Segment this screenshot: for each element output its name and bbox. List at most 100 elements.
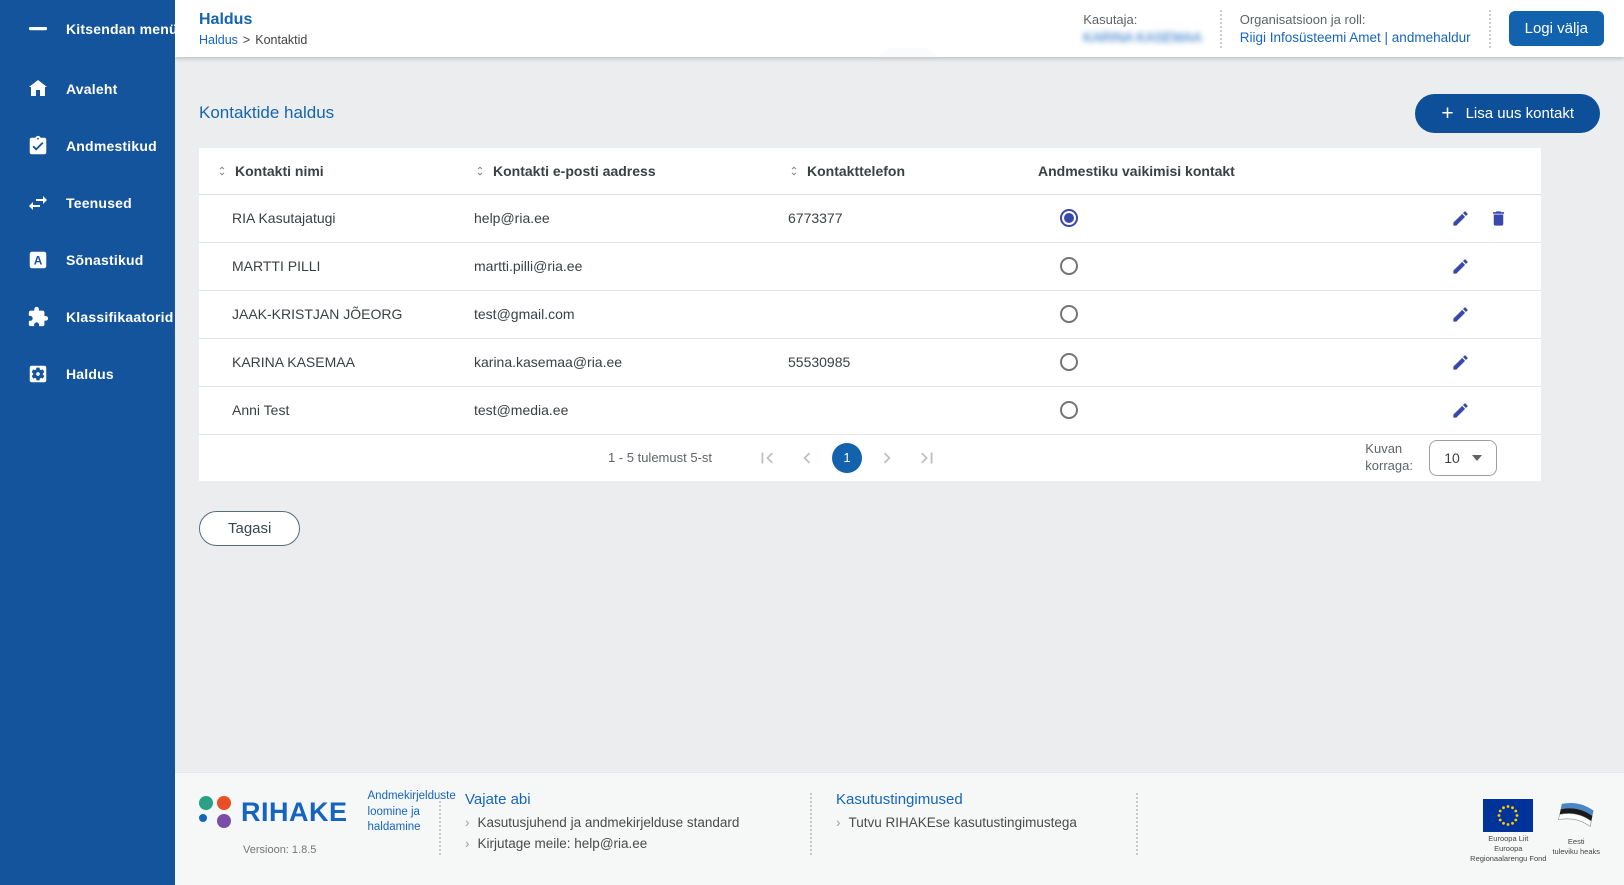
last-page-icon[interactable] [912,443,942,473]
help-link-email[interactable]: Kirjutage meile: help@ria.ee [465,836,786,851]
default-contact-radio[interactable] [1060,353,1078,371]
home-icon [26,77,50,101]
footer-terms-section: Kasutustingimused Tutvu RIHAKEse kasutus… [812,789,1112,836]
contact-phone [771,242,1018,290]
page-size-label: Kuvan korraga: [1365,441,1413,475]
sidebar-item-teenused[interactable]: Teenused [0,174,175,231]
sidebar-item-klassifikaatorid[interactable]: Klassifikaatorid [0,288,175,345]
puzzle-icon [26,305,50,329]
header-title-block: Haldus Haldus > Kontaktid [199,11,307,47]
sidebar-item-sonastikud[interactable]: A Sõnastikud [0,231,175,288]
svg-text:A: A [34,253,43,267]
add-contact-label: Lisa uus kontakt [1466,105,1574,122]
delete-trash-icon[interactable] [1488,208,1509,229]
edit-pencil-icon[interactable] [1450,256,1471,277]
organisation-value: Riigi Infosüsteemi Amet | andmehaldur [1240,30,1471,45]
page-title: Haldus [199,11,307,29]
breadcrumb-parent-link[interactable]: Haldus [199,33,238,47]
column-header-default-contact: Andmestiku vaikimisi kontakt [1018,148,1308,194]
organisation-label: Organisatsioon ja roll: [1240,12,1471,27]
default-contact-radio[interactable] [1060,257,1078,275]
sidebar-item-label: Teenused [66,195,132,211]
user-name: KARINA KASEMAA [1083,30,1202,45]
eu-flag-icon [1483,799,1533,832]
app-root: Kitsendan menüü Avaleht Andmestikud Teen… [0,0,1624,885]
sort-icon [216,165,228,177]
sidebar-item-andmestikud[interactable]: Andmestikud [0,117,175,174]
contact-name: JAAK-KRISTJAN JÕEORG [199,290,457,338]
table-row: JAAK-KRISTJAN JÕEORG test@gmail.com [199,290,1541,338]
sidebar-item-avaleht[interactable]: Avaleht [0,60,175,117]
contact-name: KARINA KASEMAA [199,338,457,386]
rihake-dots-logo [199,796,231,828]
sidebar-item-haldus[interactable]: Haldus [0,345,175,402]
table-row: Anni Test test@media.ee [199,386,1541,434]
contact-name: MARTTI PILLI [199,242,457,290]
section-header-row: Kontaktide haldus + Lisa uus kontakt [199,93,1600,133]
header-notch [877,48,939,57]
help-link-manual[interactable]: Kasutusjuhend ja andmekirjelduse standar… [465,815,786,830]
page-size-select[interactable]: 10 [1429,440,1497,476]
eu-flag-block: Euroopa Liit Euroopa Regionaalarengu Fon… [1470,799,1546,864]
page-size-control: Kuvan korraga: 10 [1365,440,1497,476]
pagination-summary: 1 - 5 tulemust 5-st [608,450,712,465]
collapse-menu-button[interactable]: Kitsendan menüü [0,10,175,48]
page-number-button[interactable]: 1 [832,443,862,473]
contact-name: Anni Test [199,386,457,434]
default-contact-radio[interactable] [1060,401,1078,419]
estonia-flag-block: Eesti tuleviku heaks [1552,799,1600,857]
eu-flag-caption: Euroopa Liit Euroopa Regionaalarengu Fon… [1470,834,1546,864]
column-header-actions [1308,148,1541,194]
clipboard-check-icon [26,134,50,158]
back-button[interactable]: Tagasi [199,511,300,546]
contact-email: test@gmail.com [457,290,771,338]
contact-phone: 55530985 [771,338,1018,386]
contact-email: karina.kasemaa@ria.ee [457,338,771,386]
section-title: Kontaktide haldus [199,103,334,123]
sort-icon [474,165,486,177]
column-header-email[interactable]: Kontakti e-posti aadress [457,148,771,194]
brand-block: RIHAKE Andmekirjelduste loomine ja halda… [199,789,439,856]
column-header-name[interactable]: Kontakti nimi [199,148,457,194]
sidebar-item-label: Sõnastikud [66,252,143,268]
edit-pencil-icon[interactable] [1450,304,1471,325]
estonia-flag-caption: Eesti tuleviku heaks [1552,837,1600,857]
header-right: Kasutaja: KARINA KASEMAA Organisatsioon … [1083,10,1604,48]
table-header-row: Kontakti nimi Kontakti e-posti aadress K… [199,148,1541,194]
plus-icon: + [1441,103,1453,124]
swap-arrows-icon [26,191,50,215]
help-title: Vajate abi [465,791,786,808]
terms-link[interactable]: Tutvu RIHAKEse kasutustingimustega [836,815,1112,830]
edit-pencil-icon[interactable] [1450,400,1471,421]
logout-button[interactable]: Logi välja [1509,11,1604,46]
chevron-down-icon [1472,455,1482,461]
user-block: Kasutaja: KARINA KASEMAA [1083,12,1202,45]
footer-divider [1136,793,1138,855]
contacts-table-card: Kontakti nimi Kontakti e-posti aadress K… [199,148,1541,481]
edit-pencil-icon[interactable] [1450,208,1471,229]
estonia-flag-icon [1553,799,1599,835]
contact-phone [771,290,1018,338]
table-row: KARINA KASEMAA karina.kasemaa@ria.ee 555… [199,338,1541,386]
brand-name: RIHAKE [241,797,348,828]
default-contact-radio[interactable] [1060,209,1078,227]
page-footer: RIHAKE Andmekirjelduste loomine ja halda… [175,772,1624,885]
contact-email: test@media.ee [457,386,771,434]
sort-icon [788,165,800,177]
previous-page-icon[interactable] [792,443,822,473]
first-page-icon[interactable] [752,443,782,473]
collapse-menu-label: Kitsendan menüü [66,21,186,37]
header-divider [1489,10,1491,48]
add-contact-button[interactable]: + Lisa uus kontakt [1415,94,1600,133]
right-column: Haldus Haldus > Kontaktid Kasutaja: KARI… [175,0,1624,885]
default-contact-radio[interactable] [1060,305,1078,323]
next-page-icon[interactable] [872,443,902,473]
gear-square-icon [26,362,50,386]
letter-a-icon: A [26,248,50,272]
column-header-phone[interactable]: Kontakttelefon [771,148,1018,194]
breadcrumb: Haldus > Kontaktid [199,33,307,47]
page-size-value: 10 [1444,450,1460,466]
edit-pencil-icon[interactable] [1450,352,1471,373]
sidebar-item-label: Andmestikud [66,138,157,154]
sidebar-item-label: Klassifikaatorid [66,309,173,325]
